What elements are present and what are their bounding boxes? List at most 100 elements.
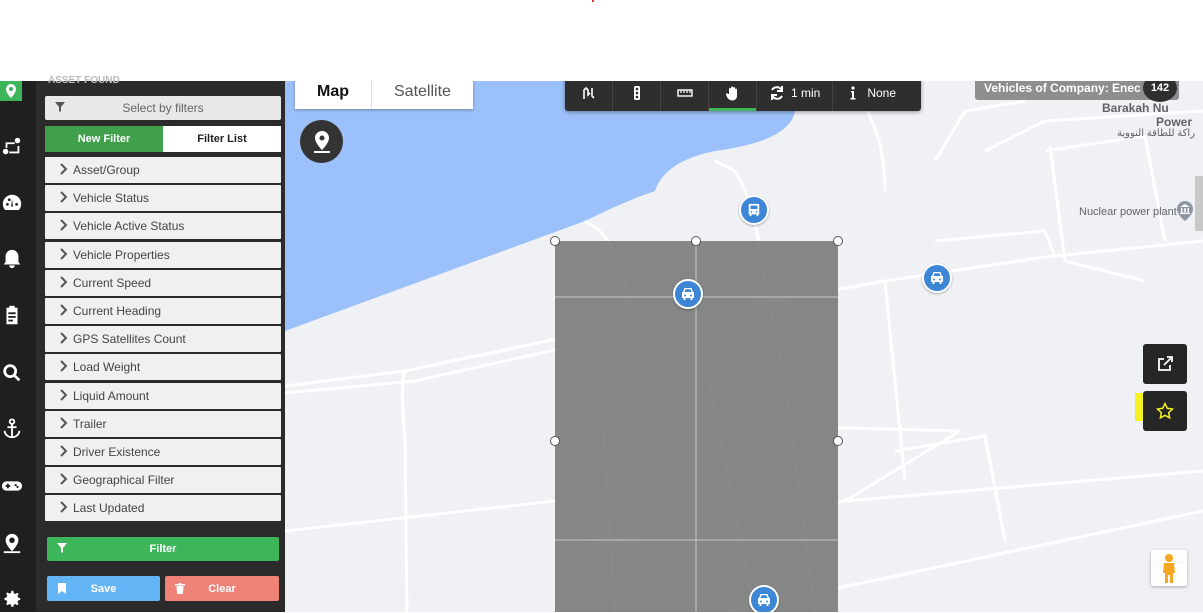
facet-list: Asset/Group Vehicle Status Vehicle Activ…: [45, 157, 281, 523]
select-by-filters-label: Select by filters: [122, 101, 204, 115]
bookmark-icon: [58, 583, 66, 594]
resize-handle[interactable]: [691, 236, 701, 246]
map-type-map[interactable]: Map: [295, 81, 372, 109]
facet-vehicle-properties[interactable]: Vehicle Properties: [45, 241, 281, 268]
resize-handle[interactable]: [550, 436, 560, 446]
settings-icon[interactable]: [0, 585, 24, 613]
facet-current-speed[interactable]: Current Speed: [45, 269, 281, 296]
refresh-interval[interactable]: 1 min: [757, 81, 834, 111]
chevron-right-icon: [60, 219, 68, 232]
traffic-light-icon: [633, 86, 640, 100]
route-icon: [582, 86, 595, 99]
poi-barakah-line2: Power: [1156, 115, 1193, 129]
traffic-toggle[interactable]: [613, 81, 661, 111]
chevron-right-icon: [60, 276, 68, 288]
filter-button[interactable]: Filter: [47, 537, 279, 561]
refresh-interval-label: 1 min: [791, 86, 821, 100]
clear-button[interactable]: Clear: [165, 576, 279, 601]
car-icon: [931, 272, 943, 284]
street-view-pegman[interactable]: [1151, 550, 1187, 586]
pan-toggle[interactable]: [709, 81, 757, 111]
museum-poi-icon[interactable]: [1176, 201, 1194, 221]
info-icon: [850, 86, 856, 100]
chevron-right-icon: [60, 191, 68, 203]
info-mode-label: None: [867, 86, 897, 100]
facet-vehicle-status[interactable]: Vehicle Status: [45, 185, 281, 212]
chevron-right-icon: [60, 247, 68, 260]
chevron-right-icon: [60, 332, 68, 344]
filter-panel: ASSET FOUND Select by filters New Filter…: [36, 75, 285, 612]
facet-vehicle-active-status[interactable]: Vehicle Active Status: [45, 213, 281, 240]
tab-filter-list[interactable]: Filter List: [163, 126, 281, 152]
vehicle-marker-car[interactable]: [922, 263, 952, 293]
resize-handle[interactable]: [550, 236, 560, 246]
facet-liquid-amount[interactable]: Liquid Amount: [45, 382, 281, 409]
chevron-right-icon: [60, 445, 68, 457]
save-button-label: Save: [90, 582, 117, 595]
open-external-button[interactable]: [1143, 344, 1187, 384]
filter-tabs: New Filter Filter List: [45, 126, 281, 152]
facet-label: Trailer: [73, 416, 107, 431]
icon-rail: [0, 81, 36, 612]
hand-icon: [725, 86, 737, 101]
map-scrollbar[interactable]: [1195, 176, 1203, 231]
measure-toggle[interactable]: [661, 81, 709, 111]
map-pin-icon[interactable]: [0, 81, 22, 101]
refresh-icon: [771, 86, 783, 100]
anchor-icon[interactable]: [0, 415, 24, 443]
poi-barakah-line1: Barakah Nu: [1102, 101, 1169, 115]
trash-icon: [175, 583, 185, 594]
info-mode[interactable]: None: [833, 81, 908, 111]
external-link-icon: [1158, 356, 1173, 371]
select-by-filters-bar[interactable]: Select by filters: [45, 96, 281, 120]
chevron-right-icon: [60, 304, 68, 316]
filter-button-label: Filter: [149, 543, 177, 555]
route-toggle[interactable]: [565, 81, 613, 111]
funnel-icon: [55, 102, 65, 112]
report-icon[interactable]: [0, 302, 24, 330]
map-type-satellite[interactable]: Satellite: [372, 81, 473, 109]
locate-button[interactable]: [300, 120, 343, 163]
gamepad-icon[interactable]: [0, 472, 24, 500]
facet-geographical-filter[interactable]: Geographical Filter: [45, 467, 281, 494]
car-icon: [682, 288, 694, 300]
top-header: [0, 0, 1203, 81]
facet-last-updated[interactable]: Last Updated: [45, 495, 281, 522]
star-icon: [1156, 402, 1174, 420]
facet-load-weight[interactable]: Load Weight: [45, 354, 281, 381]
dashboard-icon[interactable]: [0, 189, 24, 217]
vehicle-marker-bus[interactable]: [739, 195, 769, 225]
funnel-icon: [57, 543, 67, 553]
location-icon[interactable]: [0, 529, 24, 557]
favorite-button[interactable]: [1143, 391, 1187, 431]
route-icon[interactable]: [0, 132, 24, 160]
facet-current-heading[interactable]: Current Heading: [45, 297, 281, 324]
facet-asset-group[interactable]: Asset/Group: [45, 157, 281, 183]
pegman-icon: [1163, 554, 1175, 583]
bus-icon: [748, 203, 760, 217]
tab-new-filter[interactable]: New Filter: [45, 126, 163, 152]
facet-trailer[interactable]: Trailer: [45, 410, 281, 437]
resize-handle[interactable]: [833, 436, 843, 446]
chevron-right-icon: [60, 473, 68, 485]
chevron-right-icon: [60, 163, 68, 175]
map-type-control: Map Satellite: [295, 81, 473, 109]
map-view[interactable]: Map Satellite 1 min None Vehicles of Com…: [285, 81, 1203, 612]
vehicle-marker-car[interactable]: [749, 585, 779, 612]
chevron-right-icon: [60, 501, 68, 513]
save-button[interactable]: Save: [47, 576, 160, 601]
search-icon[interactable]: [0, 359, 24, 387]
chevron-right-icon: [60, 360, 68, 373]
clear-button-label: Clear: [208, 582, 236, 595]
poi-nuclear-plant: Nuclear power plant: [1079, 206, 1177, 218]
alarm-icon[interactable]: [0, 245, 24, 273]
facet-driver-existence[interactable]: Driver Existence: [45, 438, 281, 465]
car-icon: [758, 594, 770, 606]
map-marker-icon: [313, 130, 330, 153]
facet-gps-satellites-count[interactable]: GPS Satellites Count: [45, 326, 281, 353]
chevron-right-icon: [60, 388, 68, 401]
vehicle-marker-car[interactable]: [673, 279, 703, 309]
resize-handle[interactable]: [833, 236, 843, 246]
poi-barakah-arabic: راكة للطاقة النووية: [1117, 128, 1196, 139]
map-toolbar: 1 min None: [565, 81, 921, 111]
